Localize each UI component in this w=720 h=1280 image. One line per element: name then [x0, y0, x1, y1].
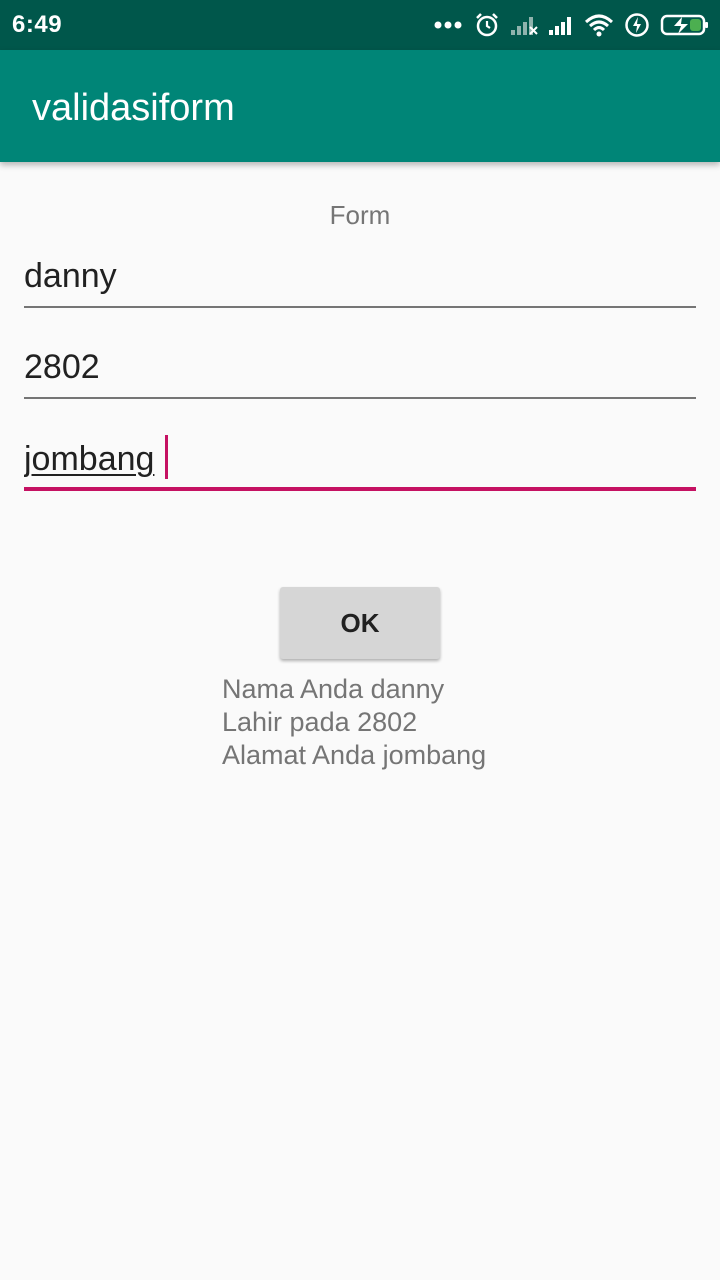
- battery-charging-icon: [660, 14, 708, 36]
- address-input[interactable]: [24, 431, 696, 487]
- birth-field[interactable]: [24, 339, 696, 399]
- signal-no-service-icon: [511, 17, 538, 35]
- address-field[interactable]: [24, 431, 696, 491]
- data-saver-icon: [625, 13, 649, 37]
- result-address-line: Alamat Anda jombang: [222, 740, 487, 770]
- wifi-icon: [584, 14, 614, 37]
- result-birth-line: Lahir pada 2802: [222, 707, 418, 737]
- birth-input[interactable]: [24, 339, 696, 395]
- app-bar: validasiform: [0, 50, 720, 162]
- name-field-underline: [24, 306, 696, 308]
- birth-field-underline: [24, 397, 696, 399]
- name-field[interactable]: [24, 248, 696, 308]
- text-cursor: [165, 435, 168, 479]
- name-input[interactable]: [24, 248, 696, 304]
- more-dots-icon: [434, 21, 462, 29]
- result-name-line: Nama Anda danny: [222, 674, 445, 704]
- alarm-icon: [476, 13, 498, 37]
- ok-button[interactable]: OK: [280, 587, 440, 659]
- status-icons: [434, 0, 710, 50]
- status-bar: 6:49: [0, 0, 720, 50]
- form-label: Form: [329, 200, 391, 230]
- app-title: validasiform: [32, 87, 235, 129]
- address-field-underline: [24, 487, 696, 491]
- signal-icon: [549, 17, 571, 35]
- status-time: 6:49: [12, 11, 63, 38]
- result-text: Nama Anda danny Lahir pada 2802 Alamat A…: [222, 673, 486, 772]
